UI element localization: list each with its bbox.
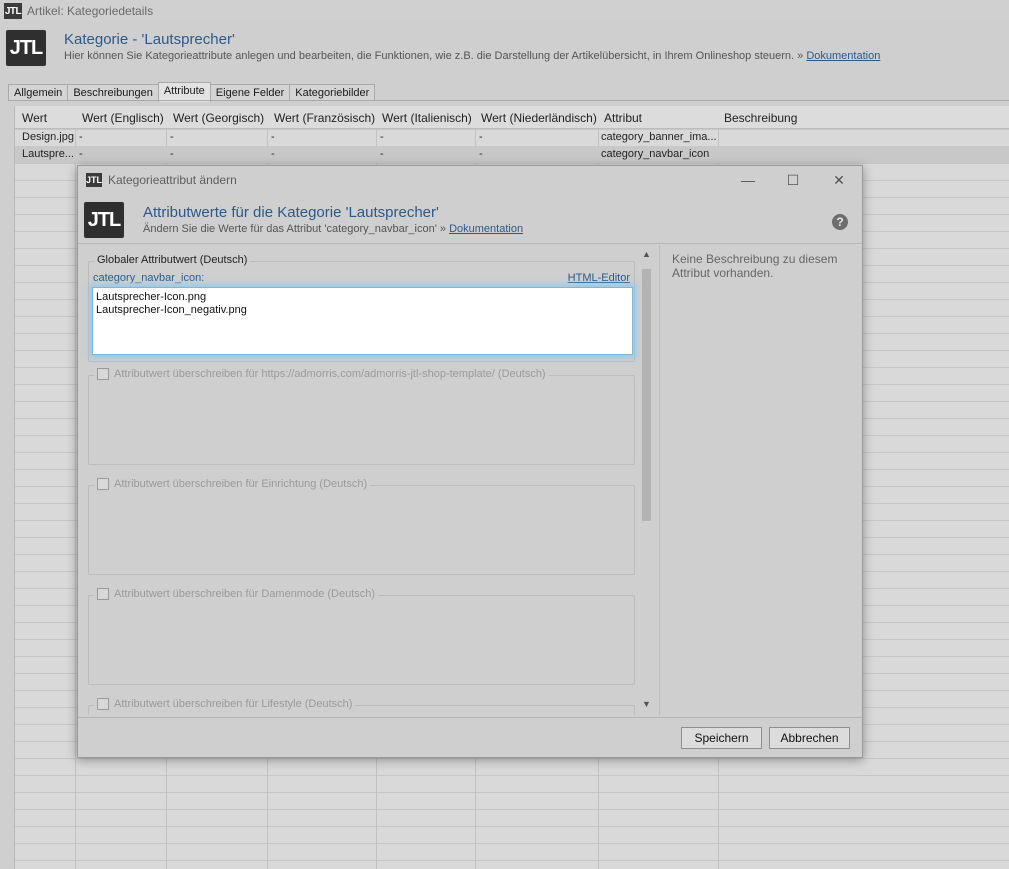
dialog-title: Attributwerte für die Kategorie 'Lautspr… bbox=[143, 204, 439, 221]
attribute-name-label: category_navbar_icon: bbox=[93, 272, 205, 284]
global-value-textarea[interactable]: Lautsprecher-Icon.png Lautsprecher-Icon_… bbox=[92, 287, 633, 355]
grid-column-rule bbox=[75, 106, 76, 869]
override-label: Attributwert überschreiben für https://a… bbox=[114, 368, 546, 380]
table-row[interactable]: Design.jpg - - - - - category_banner_ima… bbox=[15, 129, 1009, 146]
grid-gutter bbox=[8, 106, 15, 869]
jtl-logo: JTL bbox=[6, 30, 46, 66]
dialog-subtitle-text: Ändern Sie die Werte für das Attribut 'c… bbox=[143, 223, 447, 235]
override-group: Attributwert überschreiben für Damenmode… bbox=[88, 588, 635, 685]
tab-attribute[interactable]: Attribute bbox=[157, 82, 211, 102]
window-titlebar: JTL Artikel: Kategoriedetails bbox=[0, 0, 1009, 22]
close-button[interactable]: ✕ bbox=[824, 170, 854, 190]
table-row[interactable]: Lautspre... - - - - - category_navbar_ic… bbox=[15, 146, 1009, 163]
column-header[interactable]: Attribut bbox=[604, 111, 642, 125]
table-cell: - bbox=[79, 148, 83, 160]
override-legend: Attributwert überschreiben für https://a… bbox=[94, 368, 549, 380]
page-subtitle-text: Hier können Sie Kategorieattribute anleg… bbox=[64, 50, 804, 62]
column-header[interactable]: Wert bbox=[22, 111, 47, 125]
cancel-button[interactable]: Abbrechen bbox=[769, 727, 850, 749]
jtl-logo: JTL bbox=[84, 202, 124, 238]
dialog-titlebar[interactable]: JTL Kategorieattribut ändern — ☐ ✕ bbox=[78, 166, 862, 194]
tab-divider bbox=[8, 100, 1009, 101]
column-header[interactable]: Wert (Georgisch) bbox=[173, 111, 264, 125]
minimize-button[interactable]: — bbox=[733, 170, 763, 190]
table-cell: - bbox=[479, 148, 483, 160]
scrollbar-thumb[interactable] bbox=[642, 269, 651, 521]
tab-allgemein[interactable]: Allgemein bbox=[8, 84, 69, 101]
table-cell: - bbox=[479, 131, 483, 143]
override-legend: Attributwert überschreiben für Lifestyle… bbox=[94, 698, 356, 710]
tab-kategoriebilder[interactable]: Kategoriebilder bbox=[289, 84, 376, 101]
attribute-description: Keine Beschreibung zu diesem Attribut vo… bbox=[672, 252, 838, 280]
vertical-scrollbar[interactable]: ▲ ▼ bbox=[638, 245, 655, 715]
group-legend: Globaler Attributwert (Deutsch) bbox=[94, 254, 251, 266]
column-header[interactable]: Beschreibung bbox=[724, 111, 797, 125]
save-button[interactable]: Speichern bbox=[681, 727, 762, 749]
dialog-window-title: Kategorieattribut ändern bbox=[108, 173, 237, 187]
override-group: Attributwert überschreiben für https://a… bbox=[88, 368, 635, 465]
table-cell: - bbox=[271, 131, 275, 143]
override-label: Attributwert überschreiben für Damenmode… bbox=[114, 588, 376, 600]
column-header[interactable]: Wert (Englisch) bbox=[82, 111, 164, 125]
override-group: Attributwert überschreiben für Lifestyle… bbox=[88, 698, 635, 715]
dialog-documentation-link[interactable]: Dokumentation bbox=[449, 223, 523, 235]
documentation-link[interactable]: Dokumentation bbox=[806, 50, 880, 62]
dialog-subtitle: Ändern Sie die Werte für das Attribut 'c… bbox=[143, 223, 523, 235]
column-header[interactable]: Wert (Niederländisch) bbox=[481, 111, 597, 125]
scroll-down-icon[interactable]: ▼ bbox=[640, 697, 653, 711]
grid-header: Wert Wert (Englisch) Wert (Georgisch) We… bbox=[15, 106, 1009, 129]
override-checkbox[interactable] bbox=[97, 698, 109, 710]
table-cell: - bbox=[380, 131, 384, 143]
override-checkbox[interactable] bbox=[97, 478, 109, 490]
override-legend: Attributwert überschreiben für Einrichtu… bbox=[94, 478, 371, 490]
dialog-body: Globaler Attributwert (Deutsch) category… bbox=[78, 245, 862, 717]
dialog-logo-icon: JTL bbox=[86, 173, 103, 187]
help-icon[interactable]: ? bbox=[832, 214, 848, 230]
table-cell: - bbox=[271, 148, 275, 160]
description-panel: Keine Beschreibung zu diesem Attribut vo… bbox=[659, 245, 863, 715]
dialog-header: JTL Attributwerte für die Kategorie 'Lau… bbox=[78, 194, 862, 244]
table-cell: Design.jpg bbox=[22, 131, 74, 143]
table-cell: - bbox=[170, 131, 174, 143]
table-cell: category_navbar_icon bbox=[601, 148, 710, 160]
override-checkbox[interactable] bbox=[97, 588, 109, 600]
override-checkbox[interactable] bbox=[97, 368, 109, 380]
dialog-footer: Speichern Abbrechen bbox=[78, 717, 862, 758]
attribute-values-panel: Globaler Attributwert (Deutsch) category… bbox=[78, 245, 658, 715]
override-legend: Attributwert überschreiben für Damenmode… bbox=[94, 588, 379, 600]
table-cell: - bbox=[380, 148, 384, 160]
table-cell: category_banner_ima... bbox=[601, 131, 717, 143]
override-label: Attributwert überschreiben für Lifestyle… bbox=[114, 698, 353, 710]
column-header[interactable]: Wert (Französisch) bbox=[274, 111, 375, 125]
window-title: Artikel: Kategoriedetails bbox=[27, 4, 154, 18]
override-label: Attributwert überschreiben für Einrichtu… bbox=[114, 478, 368, 490]
page-title: Kategorie - 'Lautsprecher' bbox=[64, 31, 235, 48]
global-attribute-group: Globaler Attributwert (Deutsch) category… bbox=[88, 254, 635, 362]
edit-attribute-dialog: JTL Kategorieattribut ändern — ☐ ✕ JTL A… bbox=[77, 165, 863, 758]
tab-beschreibungen[interactable]: Beschreibungen bbox=[67, 84, 159, 101]
app-logo-icon: JTL bbox=[4, 3, 22, 19]
scroll-up-icon[interactable]: ▲ bbox=[640, 247, 653, 261]
maximize-button[interactable]: ☐ bbox=[778, 170, 808, 190]
column-header[interactable]: Wert (Italienisch) bbox=[382, 111, 472, 125]
table-cell: Lautspre... bbox=[22, 148, 74, 160]
table-cell: - bbox=[170, 148, 174, 160]
tab-bar: Allgemein Beschreibungen Attribute Eigen… bbox=[8, 82, 376, 102]
page-subtitle: Hier können Sie Kategorieattribute anleg… bbox=[64, 50, 880, 62]
tab-eigene-felder[interactable]: Eigene Felder bbox=[209, 84, 291, 101]
page-header: JTL Kategorie - 'Lautsprecher' Hier könn… bbox=[0, 22, 1009, 74]
html-editor-link[interactable]: HTML-Editor bbox=[568, 272, 630, 284]
table-cell: - bbox=[79, 131, 83, 143]
override-group: Attributwert überschreiben für Einrichtu… bbox=[88, 478, 635, 575]
